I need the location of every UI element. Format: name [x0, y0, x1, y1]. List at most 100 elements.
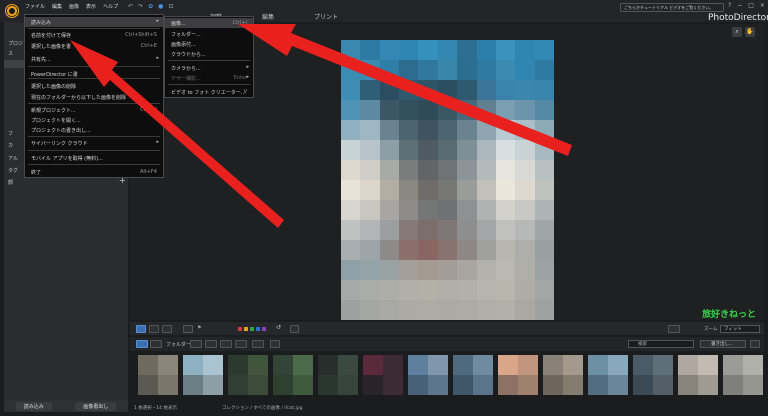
import_submenu-item-3[interactable]: クラウドから... [165, 49, 253, 59]
filmstrip-view-button[interactable] [136, 340, 148, 348]
menu-view[interactable]: 表示 [86, 3, 96, 10]
share-button[interactable] [750, 340, 760, 348]
label-purple[interactable] [262, 327, 266, 331]
file_menu-item-9[interactable]: プロジェクトの書き出し... [25, 125, 163, 135]
thumbnail-tile [543, 355, 563, 375]
filmstrip-thumbnail[interactable] [408, 355, 448, 395]
photo-tile [495, 200, 516, 220]
import_submenu-item-0[interactable]: 画像... Ctrl+I [165, 18, 253, 28]
redo-icon[interactable]: ↷ [138, 3, 143, 10]
import_submenu-item-label: フォルダー... [171, 32, 201, 38]
filmstrip-thumbnail[interactable] [543, 355, 583, 395]
file_menu-item-0[interactable]: 読み込み ▸ [25, 17, 163, 27]
tutorial-link[interactable]: ごちらかチュートリアル ビデオをご覧ください。 [620, 3, 724, 12]
rotate-left-icon[interactable]: ↺ [276, 324, 285, 332]
file_menu-item-8[interactable]: プロジェクトを開く... [25, 115, 163, 125]
app-logo-icon[interactable] [5, 4, 19, 18]
file_menu-item-5[interactable]: 選択した画像の削除 [25, 81, 163, 91]
import_submenu-item-6[interactable]: ビデオ to フォト クリエーター... V [165, 87, 253, 97]
fullscreen-icon[interactable] [290, 325, 299, 333]
filter-button[interactable] [235, 340, 247, 348]
menu-edit[interactable]: 編集 [52, 3, 62, 10]
tab-edit[interactable]: 編集 [262, 12, 274, 21]
maximize-icon[interactable]: □ [748, 2, 754, 9]
thumbnail-tile [653, 375, 673, 395]
photo-tile [457, 140, 477, 160]
photo-tile [495, 140, 516, 160]
sort-button[interactable] [190, 340, 202, 348]
help-icon[interactable]: ? [728, 2, 731, 9]
tab-print[interactable]: プリント [314, 12, 338, 21]
cart-icon[interactable]: ⊡ [168, 3, 173, 10]
panel-row-camera[interactable]: カ [8, 142, 13, 149]
submenu-arrow-icon: ▸ [156, 18, 159, 24]
label-green[interactable] [250, 327, 254, 331]
filmstrip-thumbnail[interactable] [633, 355, 673, 395]
thumbnail-tile [408, 355, 428, 375]
folder-label[interactable]: フォルダー [166, 341, 191, 348]
filmstrip-thumbnail[interactable] [363, 355, 403, 395]
stack-button[interactable] [270, 340, 280, 348]
menu-image[interactable]: 画像 [69, 3, 79, 10]
list-button[interactable] [252, 340, 264, 348]
label-red[interactable] [238, 327, 242, 331]
filmstrip-thumbnail[interactable] [318, 355, 358, 395]
label-blue[interactable] [256, 327, 260, 331]
file_menu-item-6[interactable]: 現在のフォルダーから以下した画像を削除 [25, 92, 163, 102]
export-button[interactable]: 書き出し... [700, 340, 746, 348]
menu-help[interactable]: ヘルプ [103, 3, 118, 10]
file_menu-item-3[interactable]: 共有先... ▸ [25, 54, 163, 64]
label-yellow[interactable] [244, 327, 248, 331]
search-input[interactable]: 検索 [628, 340, 694, 348]
filmstrip-thumbnail[interactable] [588, 355, 628, 395]
panel-row-folder[interactable]: フ [8, 130, 13, 137]
settings-icon[interactable]: ✿ [148, 3, 153, 10]
grid-options-button[interactable] [668, 325, 680, 333]
filmstrip-thumbnail[interactable] [453, 355, 493, 395]
file_menu-item-2[interactable]: 選択した画像を書 Ctrl+E [25, 41, 163, 51]
filmstrip-thumbnail[interactable] [273, 355, 313, 395]
import-button[interactable]: 読み込み [15, 401, 52, 411]
compare-view-button[interactable] [149, 325, 159, 333]
import_submenu-item-1[interactable]: フォルダー... [165, 29, 253, 39]
export-image-button[interactable]: 画像書出し [75, 401, 117, 411]
undo-icon[interactable]: ↶ [128, 3, 133, 10]
face-tag-button[interactable] [183, 325, 193, 333]
single-view-button[interactable] [136, 325, 146, 333]
edit-button[interactable] [220, 340, 232, 348]
thumbnail-tile [273, 375, 293, 395]
photo-tile [515, 220, 535, 240]
thumbnail-view-button[interactable] [150, 340, 162, 348]
zoom-select[interactable]: フィット [720, 325, 760, 333]
selection-count: 1 枚選択・14 枚表示 [134, 406, 177, 411]
panel-row-album[interactable]: アル [8, 155, 18, 162]
filmstrip-thumbnail[interactable] [138, 355, 178, 395]
file_menu-item-11[interactable]: モバイル アプリを取得 (無料)... [25, 153, 163, 163]
filmstrip-thumbnail[interactable] [723, 355, 763, 395]
hand-icon[interactable]: ✋ [745, 27, 755, 37]
file_menu-item-10[interactable]: サイバーリンク クラウド ▸ [25, 138, 163, 148]
filmstrip-thumbnail[interactable] [183, 355, 223, 395]
panel-row-face[interactable]: 顔 [8, 179, 13, 186]
flag-icon[interactable]: ⚑ [197, 325, 205, 333]
filmstrip-thumbnail[interactable] [498, 355, 538, 395]
import_submenu-item-5[interactable]: テザー撮影... Enter ▸ [165, 73, 253, 83]
select-button[interactable] [205, 340, 217, 348]
minimize-icon[interactable]: − [737, 2, 742, 9]
import_submenu-item-2[interactable]: 画像添付... [165, 39, 253, 49]
import_submenu-item-4[interactable]: カメラから... ▸ [165, 63, 253, 73]
filmstrip-thumbnail[interactable] [678, 355, 718, 395]
photo-tile [360, 240, 380, 260]
panel-row-tag[interactable]: タグ [8, 167, 18, 174]
thumbnail-tile [678, 375, 698, 395]
grid-view-button[interactable] [162, 325, 172, 333]
zoom-icon[interactable]: ⌕ [732, 27, 742, 37]
file_menu-item-7[interactable]: 新規プロジェクト... Ctrl+N [25, 105, 163, 115]
file_menu-item-1[interactable]: 名前を付けて保存 Ctrl+Shift+S [25, 30, 163, 40]
menu-file[interactable]: ファイル [25, 3, 45, 10]
panel-row-s[interactable]: ス [8, 50, 13, 57]
cloud-icon[interactable]: ● [158, 3, 163, 10]
filmstrip-thumbnail[interactable] [228, 355, 268, 395]
file_menu-item-12[interactable]: 終了 Alt+F4 [25, 167, 163, 177]
close-icon[interactable]: × [760, 2, 765, 9]
